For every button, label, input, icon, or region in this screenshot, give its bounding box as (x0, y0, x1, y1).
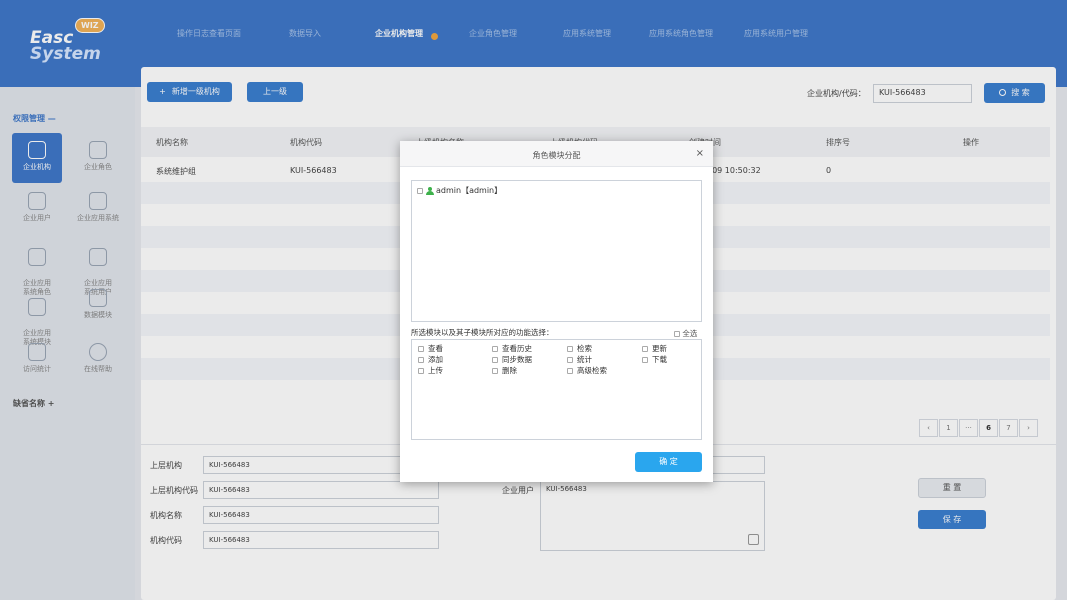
select-all-checkbox[interactable] (674, 331, 680, 337)
close-icon[interactable]: × (696, 148, 704, 159)
tree-item-label: admin【admin】 (436, 186, 503, 195)
func-delete[interactable]: 删除 (492, 365, 517, 376)
user-icon (426, 186, 434, 195)
tree-item-checkbox[interactable] (417, 187, 423, 194)
func-checkbox[interactable] (492, 346, 498, 352)
func-label: 统计 (577, 355, 592, 364)
func-checkbox[interactable] (418, 357, 424, 363)
func-update[interactable]: 更新 (642, 343, 667, 354)
tree-item-admin[interactable]: admin【admin】 (417, 185, 502, 196)
select-all-label: 全选 (682, 329, 698, 338)
func-stats[interactable]: 统计 (567, 354, 592, 365)
dialog-title: 角色模块分配 (532, 151, 581, 160)
func-advanced-search[interactable]: 高级检索 (567, 365, 607, 376)
module-tree: admin【admin】 (411, 180, 702, 322)
func-label: 检索 (577, 344, 592, 353)
func-checkbox[interactable] (418, 346, 424, 352)
func-view[interactable]: 查看 (418, 343, 443, 354)
func-label: 同步数据 (502, 355, 532, 364)
func-add[interactable]: 添加 (418, 354, 443, 365)
func-checkbox[interactable] (418, 368, 424, 374)
func-label: 添加 (428, 355, 443, 364)
func-download[interactable]: 下载 (642, 354, 667, 365)
dialog-header: 角色模块分配 × (400, 141, 713, 167)
func-sync[interactable]: 同步数据 (492, 354, 532, 365)
function-list: 查看 查看历史 检索 更新 添加 同步数据 统计 下载 上传 删除 高级检索 (411, 339, 702, 440)
func-checkbox[interactable] (492, 368, 498, 374)
func-label: 下载 (652, 355, 667, 364)
func-checkbox[interactable] (492, 357, 498, 363)
func-label: 上传 (428, 366, 443, 375)
func-label: 高级检索 (577, 366, 607, 375)
func-checkbox[interactable] (567, 346, 573, 352)
func-label: 删除 (502, 366, 517, 375)
func-checkbox[interactable] (642, 346, 648, 352)
confirm-button[interactable]: 确 定 (635, 452, 702, 472)
func-label: 查看 (428, 344, 443, 353)
select-all[interactable]: 全选 (674, 328, 697, 339)
func-checkbox[interactable] (642, 357, 648, 363)
func-search[interactable]: 检索 (567, 343, 592, 354)
function-select-label: 所选模块以及其子模块所对应的功能选择： (411, 328, 554, 337)
func-label: 查看历史 (502, 344, 532, 353)
func-checkbox[interactable] (567, 368, 573, 374)
func-view-history[interactable]: 查看历史 (492, 343, 532, 354)
func-upload[interactable]: 上传 (418, 365, 443, 376)
role-module-dialog: 角色模块分配 × admin【admin】 所选模块以及其子模块所对应的功能选择… (400, 141, 713, 482)
func-label: 更新 (652, 344, 667, 353)
func-checkbox[interactable] (567, 357, 573, 363)
